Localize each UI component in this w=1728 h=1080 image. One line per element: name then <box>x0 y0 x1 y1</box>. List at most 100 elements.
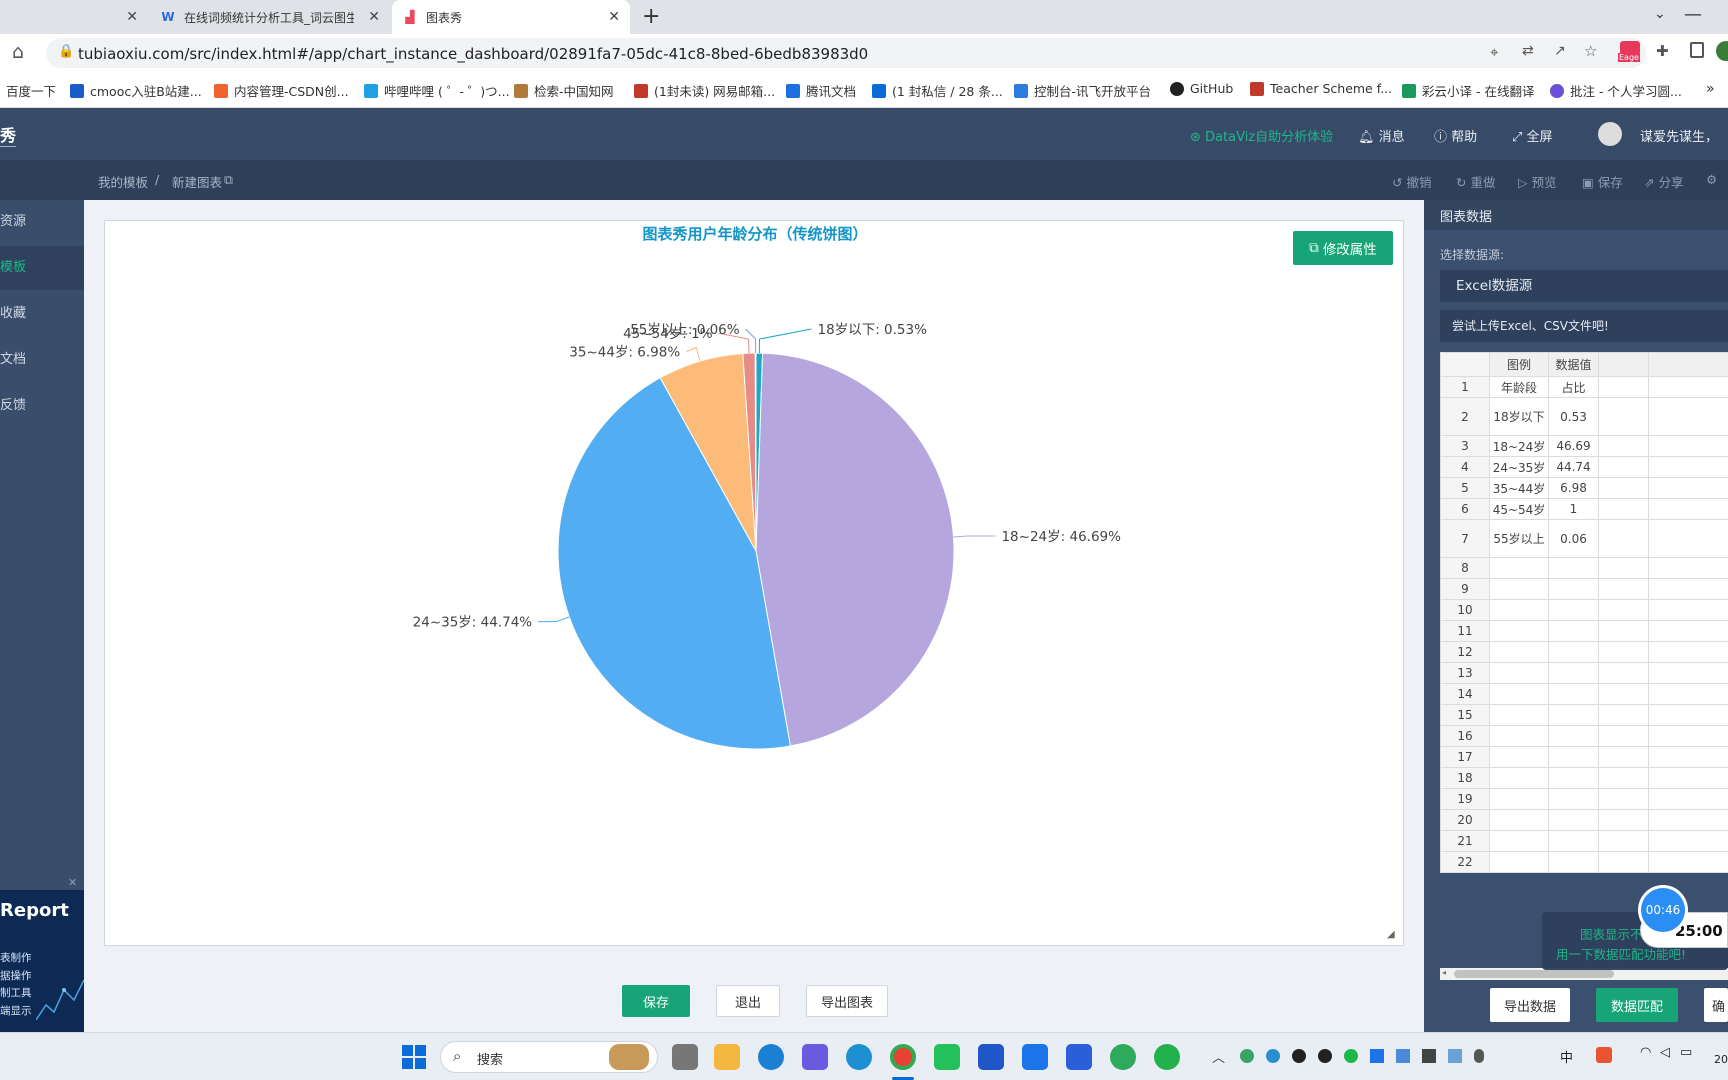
help-link[interactable]: ⓘ 帮助 <box>1434 126 1477 145</box>
new-tab-icon[interactable]: + <box>642 4 660 29</box>
sidebar-toggle-icon[interactable] <box>1690 42 1704 58</box>
redo-button[interactable]: ↻ 重做 <box>1456 172 1495 191</box>
column-header-legend[interactable]: 图例 <box>1489 352 1549 377</box>
profile-avatar[interactable] <box>1716 41 1728 61</box>
row-number[interactable]: 6 <box>1440 498 1490 520</box>
cell-legend[interactable] <box>1489 599 1549 621</box>
cell-value[interactable]: 占比 <box>1548 376 1599 398</box>
cell-empty[interactable] <box>1648 725 1728 747</box>
cell-empty[interactable] <box>1598 704 1649 726</box>
cell-legend[interactable]: 35~44岁 <box>1489 477 1549 499</box>
extension-eage-icon[interactable]: Eage <box>1618 41 1644 63</box>
cell-empty[interactable] <box>1598 578 1649 600</box>
cell-empty[interactable] <box>1598 851 1649 873</box>
row-number[interactable]: 10 <box>1440 599 1490 621</box>
cell-empty[interactable] <box>1648 376 1728 398</box>
cell-value[interactable] <box>1548 683 1599 705</box>
volume-icon[interactable]: ◁ <box>1660 1045 1670 1060</box>
cell-value[interactable] <box>1548 662 1599 684</box>
cell-legend[interactable] <box>1489 746 1549 768</box>
battery-icon[interactable]: ▭ <box>1680 1045 1692 1060</box>
cell-empty[interactable] <box>1598 683 1649 705</box>
cell-value[interactable] <box>1548 704 1599 726</box>
row-number[interactable]: 17 <box>1440 746 1490 768</box>
share-icon[interactable]: ↗ <box>1554 43 1566 59</box>
more-bookmarks-chevron-icon[interactable]: » <box>1706 81 1715 97</box>
tray-expand-chevron-icon[interactable]: ︿ <box>1212 1047 1225 1066</box>
word-icon[interactable] <box>1066 1044 1092 1070</box>
bookmark-item[interactable]: 腾讯文档 <box>786 81 856 100</box>
cell-empty[interactable] <box>1598 662 1649 684</box>
sidebar-item-docs[interactable]: 文档 <box>0 338 84 382</box>
edit-properties-button[interactable]: ⧉ 修改属性 <box>1293 231 1393 265</box>
cell-legend[interactable]: 年龄段 <box>1489 376 1549 398</box>
minimize-icon[interactable]: — <box>1684 4 1702 25</box>
row-number[interactable]: 12 <box>1440 641 1490 663</box>
cell-legend[interactable] <box>1489 767 1549 789</box>
cell-empty[interactable] <box>1648 683 1728 705</box>
close-icon[interactable]: ✕ <box>608 9 620 25</box>
row-number[interactable]: 7 <box>1440 519 1490 558</box>
cell-value[interactable] <box>1548 620 1599 642</box>
cell-empty[interactable] <box>1598 376 1649 398</box>
lock-icon[interactable]: 🔒 <box>58 44 74 59</box>
scroll-left-icon[interactable]: ◂ <box>1442 968 1446 977</box>
ime-indicator[interactable]: 中 <box>1560 1047 1573 1066</box>
cell-empty[interactable] <box>1648 397 1728 436</box>
bookmark-item[interactable]: Teacher Scheme f... <box>1250 81 1392 96</box>
cell-empty[interactable] <box>1648 830 1728 852</box>
cell-empty[interactable] <box>1598 641 1649 663</box>
cell-empty[interactable] <box>1598 599 1649 621</box>
exit-button[interactable]: 退出 <box>716 985 780 1017</box>
extensions-puzzle-icon[interactable]: ✚ <box>1656 42 1669 60</box>
export-chart-button[interactable]: 导出图表 <box>806 985 888 1017</box>
cell-empty[interactable] <box>1648 519 1728 558</box>
cell-empty[interactable] <box>1648 767 1728 789</box>
cell-empty[interactable] <box>1648 477 1728 499</box>
app-feather-icon[interactable] <box>846 1044 872 1070</box>
sidebar-item-resources[interactable]: 资源 <box>0 200 84 244</box>
cell-empty[interactable] <box>1598 725 1649 747</box>
translate-icon[interactable]: ⇄ <box>1522 43 1534 59</box>
cell-value[interactable]: 6.98 <box>1548 477 1599 499</box>
save-button[interactable]: 保存 <box>622 985 690 1017</box>
resize-handle-icon[interactable]: ◢ <box>1387 929 1395 940</box>
wifi-icon[interactable]: ◠ <box>1640 1045 1651 1060</box>
cell-empty[interactable] <box>1598 557 1649 579</box>
cell-legend[interactable] <box>1489 809 1549 831</box>
cell-value[interactable] <box>1548 725 1599 747</box>
cell-legend[interactable] <box>1489 683 1549 705</box>
bookmark-item[interactable]: 彩云小译 - 在线翻译 <box>1402 81 1534 100</box>
row-number[interactable]: 11 <box>1440 620 1490 642</box>
column-header-empty[interactable] <box>1648 352 1728 377</box>
app-logo[interactable]: 秀 <box>0 122 17 147</box>
data-match-button[interactable]: 数据匹配 <box>1596 988 1678 1022</box>
browser-tab-2[interactable]: W 在线词频统计分析工具_词云图生 ✕ <box>150 0 390 34</box>
cell-value[interactable] <box>1548 599 1599 621</box>
bookmark-item[interactable]: GitHub <box>1170 81 1233 96</box>
cell-empty[interactable] <box>1648 704 1728 726</box>
datasource-select[interactable]: Excel数据源 <box>1440 270 1728 302</box>
app-study-icon[interactable] <box>978 1044 1004 1070</box>
bookmark-item[interactable]: cmooc入驻B站建... <box>70 81 202 100</box>
upload-hint[interactable]: 尝试上传Excel、CSV文件吧! <box>1440 310 1728 342</box>
row-number[interactable]: 21 <box>1440 830 1490 852</box>
cell-legend[interactable] <box>1489 620 1549 642</box>
cell-legend[interactable] <box>1489 557 1549 579</box>
toolbar-save-button[interactable]: ▣ 保存 <box>1582 172 1623 191</box>
cell-value[interactable]: 1 <box>1548 498 1599 520</box>
cell-value[interactable] <box>1548 641 1599 663</box>
cell-empty[interactable] <box>1598 809 1649 831</box>
clock[interactable]: 20 <box>1714 1053 1728 1066</box>
cell-empty[interactable] <box>1598 788 1649 810</box>
bookmark-star-icon[interactable]: ☆ <box>1584 42 1597 60</box>
sidebar-item-favorites[interactable]: 收藏 <box>0 292 84 336</box>
row-number[interactable]: 3 <box>1440 435 1490 457</box>
bookmark-item[interactable]: 控制台-讯飞开放平台 <box>1014 81 1151 100</box>
cell-empty[interactable] <box>1648 746 1728 768</box>
cell-empty[interactable] <box>1598 477 1649 499</box>
browser-tab-1[interactable]: ✕ <box>0 0 148 34</box>
cell-value[interactable] <box>1548 788 1599 810</box>
bookmark-item[interactable]: 百度一下 <box>6 81 56 100</box>
cell-empty[interactable] <box>1648 641 1728 663</box>
